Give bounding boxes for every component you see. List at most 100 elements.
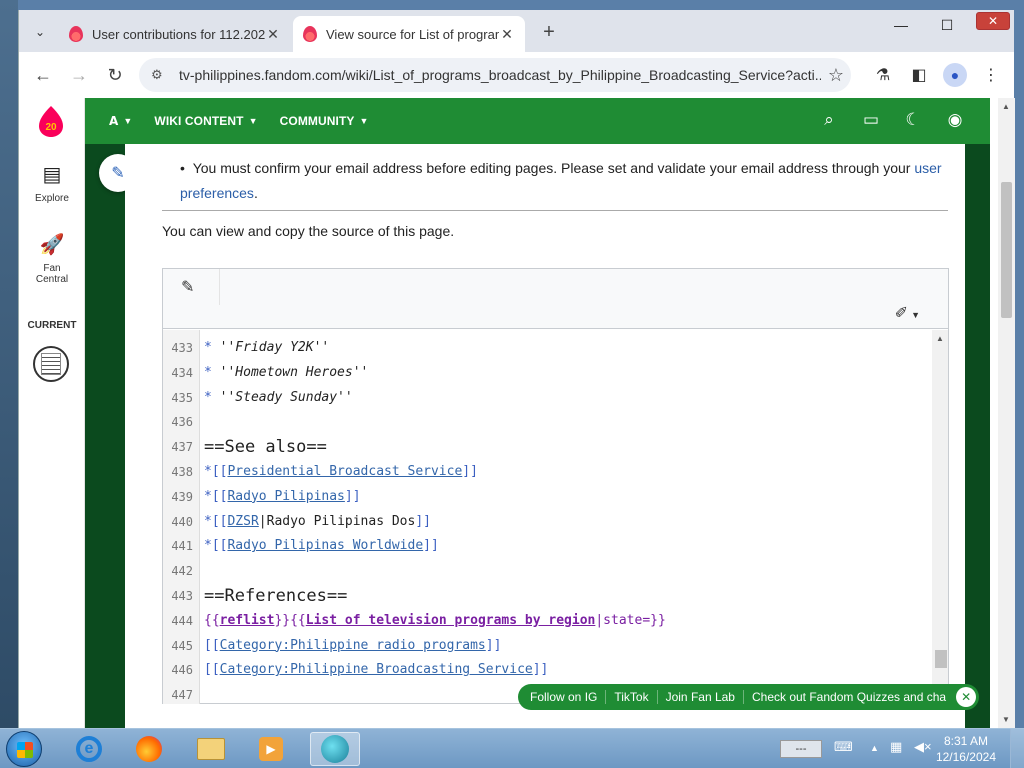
code-token: Category:Philippine radio programs xyxy=(219,637,486,653)
maximize-button[interactable]: ☐ xyxy=(924,10,970,40)
community-label: COMMUNITY xyxy=(279,114,355,128)
fandom-logo-badge: 20 xyxy=(45,122,57,133)
close-icon[interactable]: ✕ xyxy=(956,687,977,707)
editor-mode-switch[interactable]: ✐ ▼ xyxy=(895,303,920,323)
labs-flask-icon[interactable]: ⚗ xyxy=(870,60,896,90)
tray-expand-icon[interactable]: ▲ xyxy=(870,743,879,753)
close-window-button[interactable]: ✕ xyxy=(976,12,1010,30)
explore-newspaper-icon: ▤ xyxy=(42,164,62,186)
taskbar-firefox[interactable] xyxy=(124,732,174,766)
code-line[interactable]: 441 *[[Radyo Pilipinas Worldwide]] xyxy=(163,534,933,558)
language-indicator[interactable]: --- xyxy=(780,740,822,758)
address-bar[interactable]: ⚙ tv-philippines.fandom.com/wiki/List_of… xyxy=(139,58,851,92)
browser-window: ⌄ User contributions for 112.202 ✕ View … xyxy=(18,10,1015,728)
clock-time: 8:31 AM xyxy=(943,734,988,748)
scroll-up-icon[interactable]: ▲ xyxy=(936,334,944,343)
current-wiki-avatar[interactable] xyxy=(33,346,69,382)
wiki-thumbnail-icon xyxy=(41,353,61,375)
side-panel-icon[interactable]: ◧ xyxy=(906,60,932,90)
line-number: 445 xyxy=(171,638,193,653)
line-number: 437 xyxy=(171,440,193,455)
profile-avatar-icon[interactable]: ● xyxy=(942,60,968,90)
network-icon[interactable]: ▦ xyxy=(890,739,902,755)
system-clock[interactable]: 8:31 AM 12/16/2024 xyxy=(936,733,996,765)
discussions-icon[interactable]: ▭ xyxy=(860,110,882,130)
fandom-apps-menu[interactable]: ꓮ ▼ xyxy=(109,114,132,128)
user-account-icon[interactable]: ◉ xyxy=(944,110,966,130)
fan-central-label-2: Central xyxy=(35,274,69,285)
toolbar-actions: ⚗ ◧ ● ⋮ xyxy=(870,60,1004,90)
code-line[interactable]: 437 ==See also== xyxy=(163,435,933,459)
site-info-icon[interactable]: ⚙ xyxy=(151,67,169,83)
start-button[interactable] xyxy=(6,731,42,767)
code-line[interactable]: 446 [[Category:Philippine Broadcasting Se… xyxy=(163,658,933,682)
close-icon[interactable]: ✕ xyxy=(265,26,281,43)
menu-kebab-icon[interactable]: ⋮ xyxy=(978,60,1004,90)
code-line[interactable]: 440 *[[DZSR|Radyo Pilipinas Dos]] xyxy=(163,510,933,534)
notice-text: You must confirm your email address befo… xyxy=(192,160,915,176)
reload-icon[interactable]: ↻ xyxy=(99,59,131,91)
tab-view-source[interactable]: View source for List of program ✕ xyxy=(293,16,525,52)
wiki-content-menu[interactable]: WIKI CONTENT ▼ xyxy=(154,114,257,128)
windows-logo-icon xyxy=(17,742,33,758)
taskbar-media-player[interactable]: ▶ xyxy=(246,732,296,766)
minimize-button[interactable]: — xyxy=(878,10,924,40)
taskbar-file-explorer[interactable] xyxy=(186,732,236,766)
tab-user-contributions[interactable]: User contributions for 112.202 ✕ xyxy=(59,16,291,52)
page-scrollbar[interactable]: ▲ ▼ xyxy=(998,98,1015,728)
line-number: 439 xyxy=(171,489,193,504)
community-menu[interactable]: COMMUNITY ▼ xyxy=(280,114,369,128)
code-text: [[Category:Philippine radio programs]] xyxy=(204,634,501,658)
search-icon[interactable]: ⌕ xyxy=(818,110,840,130)
scroll-up-icon[interactable]: ▲ xyxy=(1002,102,1010,111)
bookmark-star-icon[interactable]: ☆ xyxy=(821,65,851,86)
forward-arrow-icon[interactable]: → xyxy=(63,59,95,91)
code-text: [[Category:Philippine Broadcasting Servi… xyxy=(204,658,548,682)
code-line[interactable]: 445 [[Category:Philippine radio programs]… xyxy=(163,634,933,658)
code-line[interactable]: 439 *[[Radyo Pilipinas]] xyxy=(163,485,933,509)
show-desktop-button[interactable] xyxy=(1010,729,1024,768)
code-token: ]] xyxy=(344,488,361,504)
code-token: {{ xyxy=(204,612,220,628)
line-number: 441 xyxy=(171,539,193,554)
social-link[interactable]: Join Fan Lab xyxy=(656,690,743,704)
taskbar-internet-explorer[interactable]: e xyxy=(64,732,114,766)
fandom-logo[interactable]: 20 xyxy=(37,104,65,138)
social-link[interactable]: TikTok xyxy=(605,690,656,704)
social-link[interactable]: Check out Fandom Quizzes and cha xyxy=(742,690,954,704)
close-icon[interactable]: ✕ xyxy=(499,26,515,43)
code-token: DZSR xyxy=(227,513,259,529)
back-arrow-icon[interactable]: ← xyxy=(27,59,59,91)
fan-central-label-1: Fan xyxy=(43,263,61,274)
code-token: == xyxy=(326,586,348,606)
volume-muted-icon[interactable]: ◀× xyxy=(914,739,932,755)
page-scroll-thumb[interactable] xyxy=(1001,182,1012,318)
fandom-apps-icon: ꓮ xyxy=(109,114,119,128)
scroll-down-icon[interactable]: ▼ xyxy=(1002,715,1010,724)
code-line[interactable]: 443 ==References== xyxy=(163,584,933,608)
new-tab-plus-icon[interactable]: + xyxy=(537,20,561,44)
line-number: 433 xyxy=(171,341,193,355)
fan-central-link[interactable]: 🚀 Fan Central xyxy=(19,232,85,285)
code-line[interactable]: 444 {{reflist}}{{List of television progr… xyxy=(163,609,933,633)
code-text: *[[DZSR|Radyo Pilipinas Dos]] xyxy=(204,510,431,534)
dark-mode-moon-icon[interactable]: ☾ xyxy=(902,110,924,130)
code-line[interactable]: 434 * ''Hometown Heroes'' xyxy=(163,361,933,385)
url-text[interactable]: tv-philippines.fandom.com/wiki/List_of_p… xyxy=(179,67,821,83)
line-number: 444 xyxy=(171,613,193,628)
notice-end: . xyxy=(253,185,258,201)
keyboard-icon[interactable]: ⌨ xyxy=(834,739,853,755)
explore-link[interactable]: ▤ Explore xyxy=(19,162,85,204)
social-link[interactable]: Follow on IG xyxy=(530,690,605,704)
tab-search-chevron-down-icon[interactable]: ⌄ xyxy=(27,20,53,44)
taskbar-active-app[interactable] xyxy=(310,732,360,766)
code-line[interactable]: 438 *[[Presidential Broadcast Service]] xyxy=(163,460,933,484)
code-line[interactable]: 442 xyxy=(163,559,933,583)
edit-pencil-icon[interactable]: ✎ xyxy=(181,277,194,297)
code-line[interactable]: 435 * ''Steady Sunday'' xyxy=(163,386,933,410)
editor-scrollbar[interactable]: ▲ xyxy=(932,330,948,704)
code-line[interactable]: 433 * ''Friday Y2K'' xyxy=(163,336,933,360)
code-area[interactable]: 433 * ''Friday Y2K'' 434 * ''Hometown Heroe… xyxy=(163,330,933,704)
code-line[interactable]: 436 xyxy=(163,410,933,434)
editor-scroll-thumb[interactable] xyxy=(935,650,947,668)
